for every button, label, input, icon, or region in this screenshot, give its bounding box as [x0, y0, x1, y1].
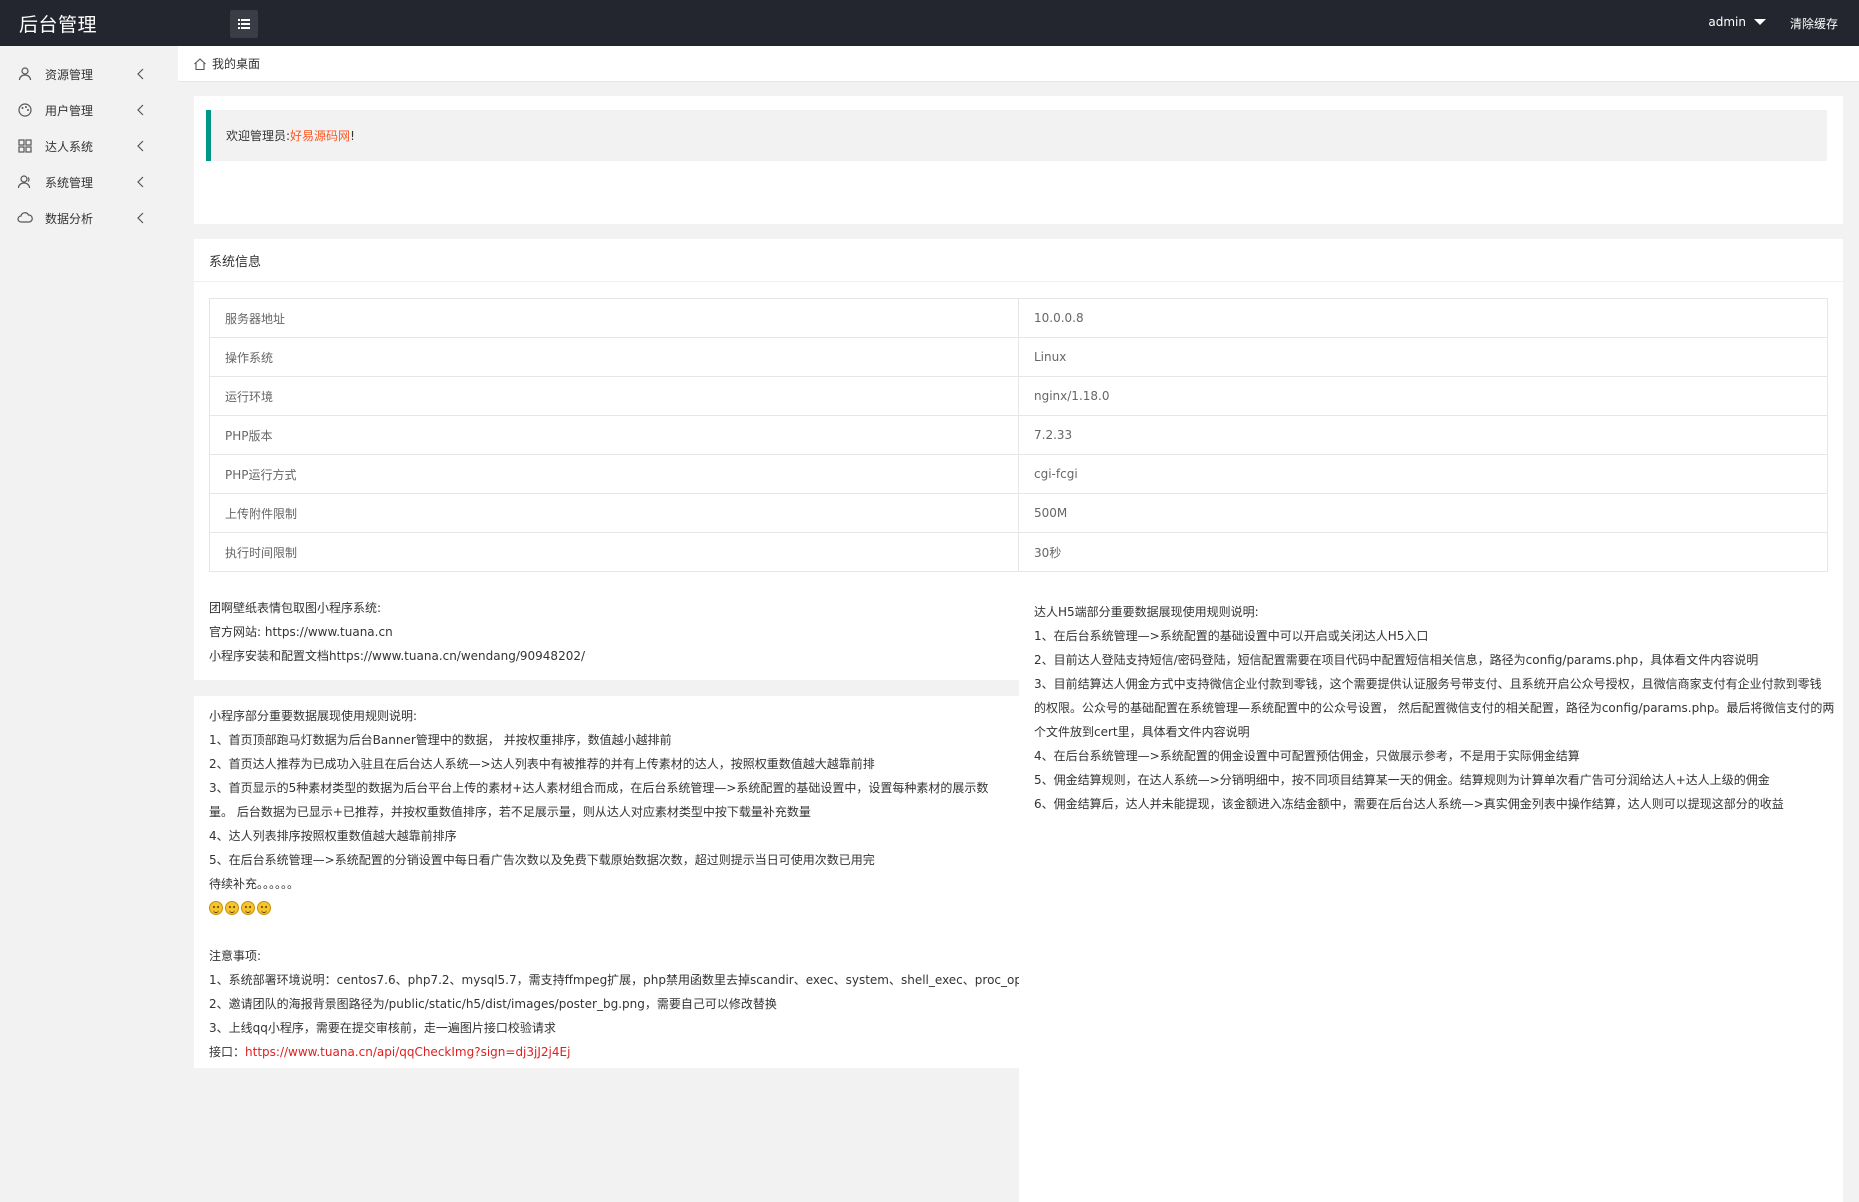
user-menu[interactable]: admin [1708, 15, 1766, 29]
rule-line: 2、目前达人登陆支持短信/密码登陆，短信配置需要在项目代码中配置短信相关信息，路… [1034, 653, 1759, 667]
breadcrumb: 我的桌面 [178, 46, 1859, 82]
sidebar-item-analytics[interactable]: 数据分析 [0, 200, 178, 236]
chevron-left-icon [137, 140, 144, 152]
sidebar-item-label: 数据分析 [45, 211, 94, 226]
sidebar-item-label: 达人系统 [45, 139, 94, 154]
intro-line: 官方网站: https://www.tuana.cn [209, 625, 393, 639]
smile-emoji-icon [241, 901, 255, 915]
info-label: 运行环境 [209, 376, 1019, 416]
info-value: 7.2.33 [1018, 415, 1828, 455]
table-row: 运行环境 nginx/1.18.0 [209, 376, 1828, 416]
caret-down-icon [1754, 19, 1766, 25]
rule-line: 4、达人列表排序按照权重数值越大越靠前排序 [209, 829, 457, 843]
user-icon [17, 66, 33, 82]
rule-line: 6、佣金结算后，达人并未能提现，该金额进入冻结金额中，需要在后台达人系统—>真实… [1034, 797, 1784, 811]
grid-icon [17, 138, 33, 154]
cloud-icon [17, 210, 33, 226]
rule-line: 达人H5端部分重要数据展现使用规则说明: [1034, 605, 1259, 619]
info-value: nginx/1.18.0 [1018, 376, 1828, 416]
sidebar-item-label: 用户管理 [45, 103, 94, 118]
rule-line: 个文件放到cert里，具体看文件内容说明 [1034, 725, 1250, 739]
username: admin [1708, 15, 1746, 29]
rule-line: 的权限。公众号的基础配置在系统管理—系统配置中的公众号设置， 然后配置微信支付的… [1034, 701, 1835, 715]
info-label: 执行时间限制 [209, 532, 1019, 572]
info-value: 500M [1018, 493, 1828, 533]
info-value: cgi-fcgi [1018, 454, 1828, 494]
api-label: 接口： [209, 1045, 246, 1059]
info-value: 30秒 [1018, 532, 1828, 572]
sidebar-item-resources[interactable]: 资源管理 [0, 56, 178, 92]
rule-line: 小程序部分重要数据展现使用规则说明: [209, 709, 418, 723]
chevron-left-icon [137, 104, 144, 116]
table-row: PHP版本 7.2.33 [209, 415, 1828, 455]
miniapp-rules-card: 小程序部分重要数据展现使用规则说明: 1、首页顶部跑马灯数据为后台Banner管… [194, 696, 1037, 1068]
top-header: 后台管理 admin 清除缓存 [0, 0, 1859, 46]
notes-title: 注意事项: [209, 949, 262, 963]
clear-cache-button[interactable]: 清除缓存 [1790, 15, 1838, 32]
rule-line: 1、在后台系统管理—>系统配置的基础设置中可以开启或关闭达人H5入口 [1034, 629, 1429, 643]
sidebar-item-system[interactable]: 系统管理 [0, 164, 178, 200]
breadcrumb-home-link[interactable]: 我的桌面 [212, 55, 260, 72]
rule-line: 5、在后台系统管理—>系统配置的分销设置中每日看广告次数以及免费下载原始数据次数… [209, 853, 875, 867]
info-label: 操作系统 [209, 337, 1019, 377]
table-row: 服务器地址 10.0.0.8 [209, 298, 1828, 338]
system-info-title: 系统信息 [194, 239, 1843, 282]
emoji-row [209, 896, 1037, 920]
info-value: Linux [1018, 337, 1828, 377]
welcome-message: 欢迎管理员: 好易源码网! [206, 110, 1827, 161]
rule-line: 3、首页显示的5种素材类型的数据为后台平台上传的素材+达人素材组合而成，在后台系… [209, 781, 989, 795]
menu-toggle-button[interactable] [230, 10, 258, 38]
rule-line: 4、在后台系统管理—>系统配置的佣金设置中可配置预估佣金，只做展示参考，不是用于… [1034, 749, 1580, 763]
user-group-icon [17, 174, 33, 190]
api-line: 接口：https://www.tuana.cn/api/qqCheckImg?s… [209, 1040, 1037, 1064]
rule-line: 2、首页达人推荐为已成功入驻且在后台达人系统—>达人列表中有被推荐的并有上传素材… [209, 757, 875, 771]
rule-line: 5、佣金结算规则，在达人系统—>分销明细中，按不同项目结算某一天的佣金。结算规则… [1034, 773, 1770, 787]
sidebar-item-talent[interactable]: 达人系统 [0, 128, 178, 164]
welcome-prefix: 欢迎管理员: [226, 129, 291, 143]
main-content: 我的桌面 欢迎管理员: 好易源码网! 系统信息 服务器地址 10.0.0.8 操作系… [178, 46, 1859, 1202]
sidebar-item-label: 系统管理 [45, 175, 94, 190]
h5-rules-text: 达人H5端部分重要数据展现使用规则说明: 1、在后台系统管理—>系统配置的基础设… [1034, 600, 1834, 816]
info-value: 10.0.0.8 [1018, 298, 1828, 338]
info-label: 上传附件限制 [209, 493, 1019, 533]
palette-icon [17, 102, 33, 118]
info-label: PHP版本 [209, 415, 1019, 455]
system-info-table: 服务器地址 10.0.0.8 操作系统 Linux 运行环境 nginx/1.18.0… [209, 298, 1828, 572]
intro-line: 团啊壁纸表情包取图小程序系统: [209, 601, 382, 615]
smile-emoji-icon [225, 901, 239, 915]
home-icon [194, 57, 206, 70]
info-label: 服务器地址 [209, 298, 1019, 338]
rule-line: 量。 后台数据为已显示+已推荐，并按权重数值排序，若不足展示量，则从达人对应素材… [209, 805, 811, 819]
table-row: PHP运行方式 cgi-fcgi [209, 454, 1828, 494]
note-line: 3、上线qq小程序，需要在提交审核前，走一遍图片接口校验请求 [209, 1021, 556, 1035]
note-line: 2、邀请团队的海报背景图路径为/public/static/h5/dist/im… [209, 997, 777, 1011]
table-row: 操作系统 Linux [209, 337, 1828, 377]
table-row: 上传附件限制 500M [209, 493, 1828, 533]
miniapp-rules-text: 小程序部分重要数据展现使用规则说明: 1、首页顶部跑马灯数据为后台Banner管… [209, 704, 1037, 1064]
h5-rules-card: 达人H5端部分重要数据展现使用规则说明: 1、在后台系统管理—>系统配置的基础设… [1019, 605, 1843, 1202]
logo: 后台管理 [19, 14, 98, 36]
rule-line: 待续补充。。。。。。 [209, 877, 300, 891]
sidebar-item-label: 资源管理 [45, 67, 94, 82]
info-label: PHP运行方式 [209, 454, 1019, 494]
sidebar-item-users[interactable]: 用户管理 [0, 92, 178, 128]
menu-icon [238, 19, 250, 29]
chevron-left-icon [137, 68, 144, 80]
table-row: 执行时间限制 30秒 [209, 532, 1828, 572]
note-line: 1、系统部署环境说明：centos7.6、php7.2、mysql5.7，需支持… [209, 973, 1037, 987]
chevron-left-icon [137, 212, 144, 224]
intro-text: 团啊壁纸表情包取图小程序系统: 官方网站: https://www.tuana.… [209, 596, 585, 668]
rule-line: 3、目前结算达人佣金方式中支持微信企业付款到零钱，这个需要提供认证服务号带支付、… [1034, 677, 1822, 691]
welcome-site-name: 好易源码网 [290, 129, 351, 143]
api-url-link[interactable]: https://www.tuana.cn/api/qqCheckImg?sign… [245, 1045, 570, 1059]
sidebar: 资源管理 用户管理 达人系统 系统管理 数据分析 [0, 46, 178, 1202]
intro-line: 小程序安装和配置文档https://www.tuana.cn/wendang/9… [209, 649, 586, 663]
chevron-left-icon [137, 176, 144, 188]
welcome-suffix: ! [350, 128, 355, 143]
welcome-card: 欢迎管理员: 好易源码网! [194, 96, 1843, 224]
smile-emoji-icon [257, 901, 271, 915]
smile-emoji-icon [209, 901, 223, 915]
rule-line: 1、首页顶部跑马灯数据为后台Banner管理中的数据， 并按权重排序，数值越小越… [209, 733, 672, 747]
